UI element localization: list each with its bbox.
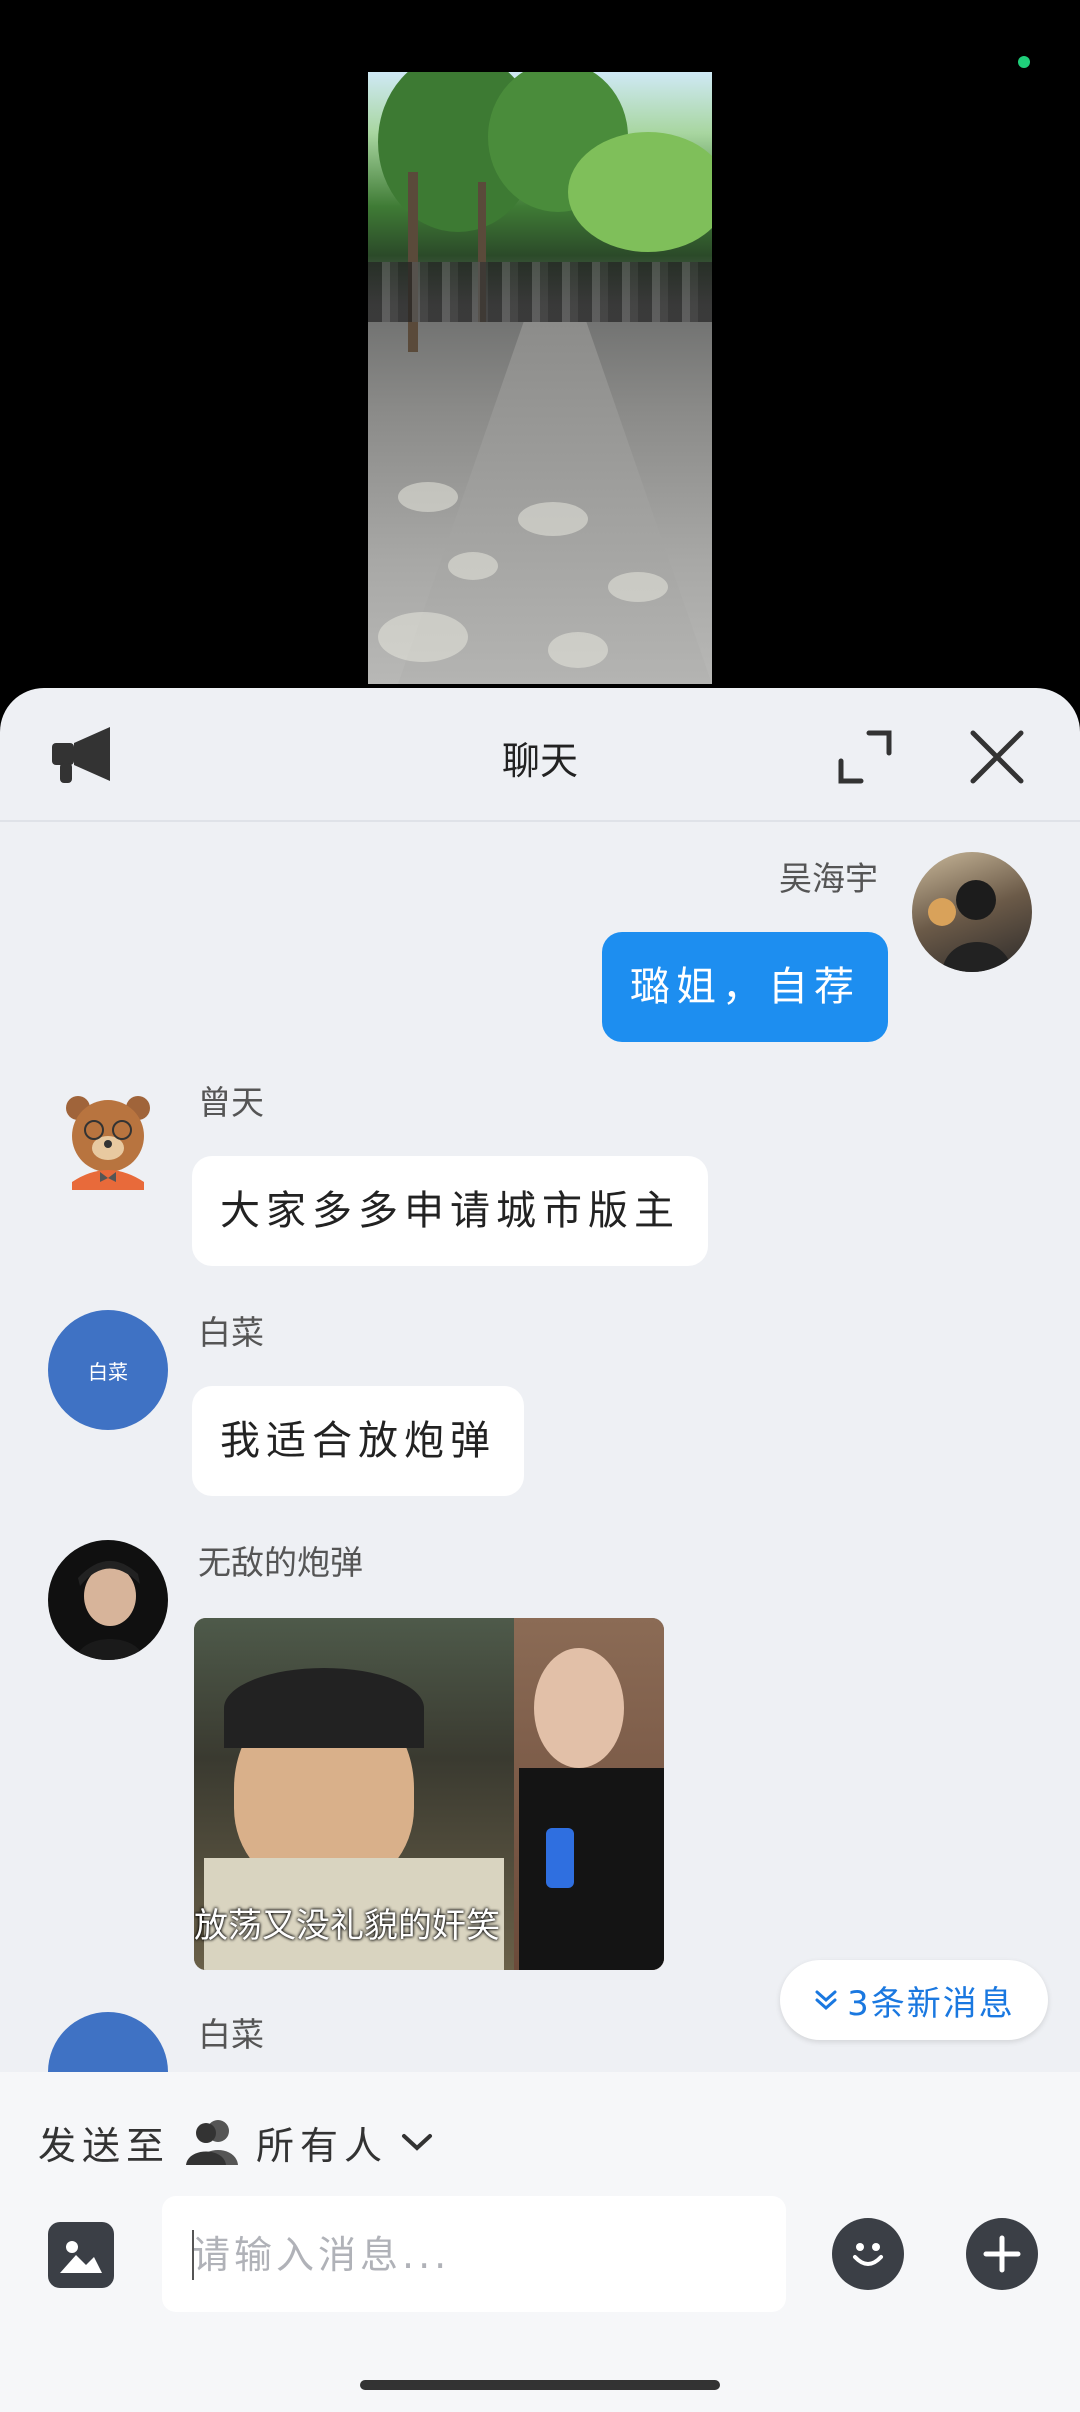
avatar[interactable] <box>48 2012 168 2072</box>
double-chevron-down-icon <box>815 1990 837 2011</box>
avatar[interactable] <box>912 852 1032 972</box>
chat-header: 聊天 <box>0 688 1080 822</box>
image-icon[interactable] <box>48 2222 114 2288</box>
message-input[interactable] <box>190 2196 774 2314</box>
sender-name: 白菜 <box>198 1313 264 1352</box>
users-icon <box>186 2120 239 2165</box>
send-to-selector[interactable]: 发送至 所有人 <box>38 2112 434 2172</box>
chat-panel: 聊天 吴海宇 璐姐，自荐 曾天 大家多多申请城市版主 白菜 白菜 我适合放炮弹 … <box>0 688 1080 2412</box>
avatar[interactable] <box>48 1082 168 1202</box>
message-bubble[interactable]: 我适合放炮弹 <box>192 1386 524 1496</box>
avatar[interactable] <box>48 1540 168 1660</box>
home-indicator[interactable] <box>360 2380 720 2390</box>
chat-title: 聊天 <box>501 739 578 783</box>
sender-name: 吴海宇 <box>779 859 878 898</box>
plus-icon[interactable] <box>966 2218 1038 2290</box>
new-messages-label: 3条新消息 <box>847 1983 1015 2024</box>
text-caret <box>192 2230 194 2280</box>
image-caption: 放荡又没礼貌的奸笑 <box>194 1906 500 1946</box>
sender-name: 白菜 <box>198 2015 264 2054</box>
message-input-wrapper[interactable] <box>162 2196 786 2314</box>
message-bubble[interactable]: 大家多多申请城市版主 <box>192 1156 708 1266</box>
video-stream[interactable] <box>368 72 712 684</box>
sender-name: 曾天 <box>198 1083 264 1122</box>
recipient-value: 所有人 <box>256 2123 389 2168</box>
chevron-down-icon <box>402 2134 433 2151</box>
fullscreen-icon[interactable] <box>832 724 898 790</box>
new-messages-button[interactable]: 3条新消息 <box>780 1960 1048 2040</box>
avatar-initials: 白菜 <box>88 1359 128 1384</box>
message-bubble[interactable]: 璐姐，自荐 <box>602 932 888 1042</box>
close-icon[interactable] <box>964 724 1030 790</box>
composer: 发送至 所有人 <box>0 2072 1080 2412</box>
sender-name: 无敌的炮弹 <box>198 1543 363 1582</box>
message-list[interactable]: 吴海宇 璐姐，自荐 曾天 大家多多申请城市版主 白菜 白菜 我适合放炮弹 无敌的… <box>0 822 1080 2072</box>
avatar[interactable]: 白菜 <box>48 1310 168 1430</box>
emoji-icon[interactable] <box>832 2218 904 2290</box>
send-to-label: 发送至 <box>38 2123 171 2168</box>
status-dot <box>1018 56 1030 68</box>
image-message[interactable]: 放荡又没礼貌的奸笑 <box>194 1618 664 1970</box>
